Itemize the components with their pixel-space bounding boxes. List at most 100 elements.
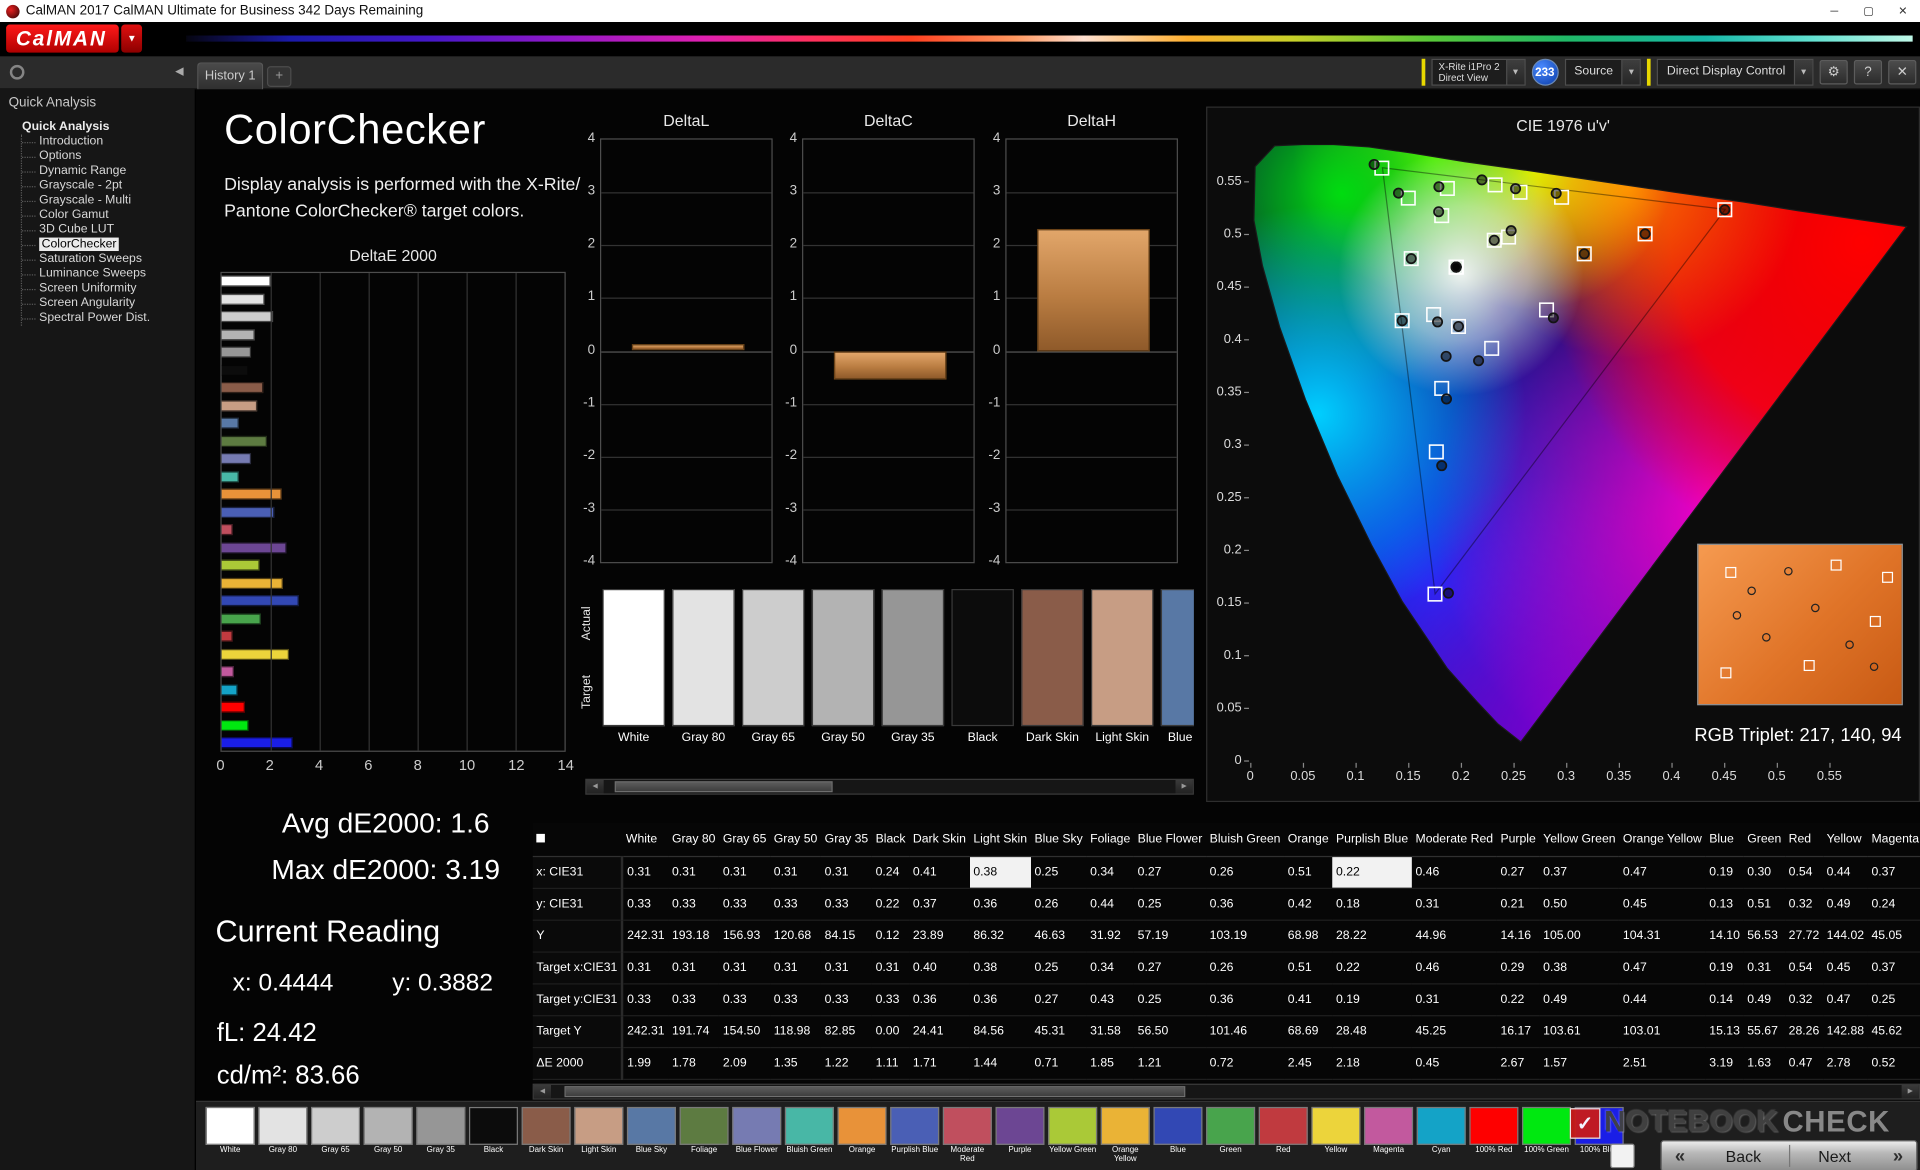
table-cell[interactable]: 0.47 (1619, 855, 1706, 889)
table-cell[interactable]: 0.51 (1284, 855, 1333, 889)
scroll-thumb[interactable] (564, 1086, 1186, 1098)
table-cell[interactable]: 1.44 (969, 1046, 1031, 1080)
table-cell[interactable]: 103.01 (1619, 1015, 1706, 1048)
table-cell[interactable]: 1.35 (770, 1046, 822, 1080)
table-cell[interactable]: 0.13 (1705, 887, 1744, 921)
sidebar-item-screen-angularity[interactable]: Screen Angularity (22, 296, 195, 311)
minimize-icon[interactable]: ─ (1817, 0, 1851, 22)
source-select[interactable]: Source ▼ (1564, 58, 1642, 86)
table-cell[interactable]: 1.21 (1133, 1046, 1206, 1080)
table-cell[interactable]: 0.32 (1784, 887, 1823, 921)
page-view-button[interactable] (1610, 1143, 1635, 1169)
table-cell[interactable]: 0.38 (969, 951, 1031, 984)
table-cell[interactable]: 0.31 (821, 951, 872, 984)
table-cell[interactable]: 0.46 (1411, 951, 1497, 984)
table-cell[interactable]: 0.31 (622, 855, 669, 889)
table-cell[interactable]: 1.22 (821, 1046, 872, 1080)
table-cell[interactable]: 0.47 (1822, 983, 1868, 1016)
sidebar-item-grayscale-2pt[interactable]: Grayscale - 2pt (22, 179, 195, 194)
table-cell[interactable]: 191.74 (668, 1015, 720, 1048)
back-chevron-icon[interactable]: « (1662, 1146, 1699, 1167)
table-cell[interactable]: 0.45 (1822, 951, 1868, 984)
table-cell[interactable]: 0.37 (1867, 951, 1920, 984)
table-cell[interactable]: 0.50 (1539, 887, 1620, 921)
help-button[interactable]: ? (1853, 59, 1883, 85)
table-cell[interactable]: 0.18 (1332, 887, 1412, 921)
table-cell[interactable]: 0.31 (821, 855, 872, 889)
table-cell[interactable]: 0.40 (909, 951, 970, 984)
table-cell[interactable]: 0.44 (1619, 983, 1706, 1016)
table-cell[interactable]: 193.18 (668, 919, 720, 953)
table-cell[interactable]: 0.33 (668, 983, 720, 1016)
table-cell[interactable]: 0.25 (1133, 887, 1206, 921)
table-cell[interactable]: 0.33 (821, 983, 872, 1016)
table-cell[interactable]: 0.36 (969, 887, 1031, 921)
table-cell[interactable]: 0.36 (1205, 983, 1285, 1016)
table-cell[interactable]: 0.27 (1133, 855, 1206, 889)
table-cell[interactable]: 1.57 (1539, 1046, 1620, 1080)
table-cell[interactable]: 0.36 (909, 983, 970, 1016)
table-cell[interactable]: 0.14 (1705, 983, 1744, 1016)
table-cell[interactable]: 0.26 (1205, 951, 1285, 984)
table-cell[interactable]: 0.30 (1743, 855, 1785, 889)
calman-logo[interactable]: CalMAN ▼ (6, 24, 143, 53)
table-cell[interactable]: 0.43 (1086, 983, 1134, 1016)
table-cell[interactable]: 2.67 (1496, 1046, 1540, 1080)
close-workflow-button[interactable]: ✕ (1888, 59, 1917, 85)
table-cell[interactable]: 0.52 (1867, 1046, 1920, 1080)
table-cell[interactable]: 0.47 (1619, 951, 1706, 984)
table-cell[interactable]: 104.31 (1619, 919, 1706, 953)
table-cell[interactable]: 2.78 (1822, 1046, 1868, 1080)
table-cell[interactable]: 0.45 (1411, 1046, 1497, 1080)
table-cell[interactable]: 0.24 (871, 855, 910, 889)
sidebar-item-introduction[interactable]: Introduction (22, 135, 195, 150)
table-cell[interactable]: 0.38 (969, 855, 1031, 889)
table-cell[interactable]: 0.22 (871, 887, 910, 921)
back-button[interactable]: Back (1698, 1147, 1788, 1165)
table-cell[interactable]: 0.22 (1496, 983, 1540, 1016)
table-cell[interactable]: 0.00 (871, 1015, 910, 1048)
table-cell[interactable]: 0.37 (909, 887, 970, 921)
table-cell[interactable]: 0.25 (1030, 951, 1087, 984)
table-cell[interactable]: 0.34 (1086, 855, 1134, 889)
table-cell[interactable]: 0.33 (622, 983, 669, 1016)
table-cell[interactable]: 0.25 (1030, 855, 1087, 889)
swatch-scrollbar[interactable]: ◄ ► (585, 778, 1194, 795)
scroll-left-icon[interactable]: ◄ (586, 779, 604, 794)
table-cell[interactable]: 1.99 (622, 1046, 669, 1080)
table-cell[interactable]: 0.44 (1822, 855, 1868, 889)
table-cell[interactable]: 31.92 (1086, 919, 1134, 953)
table-cell[interactable]: 0.31 (770, 951, 822, 984)
table-cell[interactable]: 0.34 (1086, 951, 1134, 984)
table-cell[interactable]: 0.27 (1030, 983, 1087, 1016)
table-cell[interactable]: 0.19 (1705, 951, 1744, 984)
table-cell[interactable]: 14.16 (1496, 919, 1540, 953)
table-cell[interactable]: 1.85 (1086, 1046, 1134, 1080)
table-cell[interactable]: 0.51 (1743, 887, 1785, 921)
sidebar-item-screen-uniformity[interactable]: Screen Uniformity (22, 282, 195, 297)
record-icon[interactable] (9, 64, 25, 80)
table-cell[interactable]: 0.33 (871, 983, 910, 1016)
table-cell[interactable]: 0.72 (1205, 1046, 1285, 1080)
table-cell[interactable]: 45.31 (1030, 1015, 1087, 1048)
table-cell[interactable]: 1.11 (871, 1046, 910, 1080)
table-cell[interactable]: 14.10 (1705, 919, 1744, 953)
table-cell[interactable]: 0.46 (1411, 855, 1497, 889)
table-cell[interactable]: 156.93 (719, 919, 771, 953)
table-cell[interactable]: 0.49 (1743, 983, 1785, 1016)
sidebar-item-spectral-power-dist-[interactable]: Spectral Power Dist. (22, 311, 195, 326)
table-cell[interactable]: 68.69 (1284, 1015, 1333, 1048)
close-icon[interactable]: ✕ (1886, 0, 1920, 22)
table-cell[interactable]: 0.33 (770, 983, 822, 1016)
table-cell[interactable]: 68.98 (1284, 919, 1333, 953)
table-cell[interactable]: 0.19 (1332, 983, 1412, 1016)
table-cell[interactable]: 0.26 (1205, 855, 1285, 889)
table-cell[interactable]: 0.49 (1539, 983, 1620, 1016)
table-cell[interactable]: 0.33 (821, 887, 872, 921)
table-cell[interactable]: 242.31 (622, 1015, 669, 1048)
table-cell[interactable]: 0.27 (1133, 951, 1206, 984)
table-cell[interactable]: 1.63 (1743, 1046, 1785, 1080)
table-cell[interactable]: 84.56 (969, 1015, 1031, 1048)
table-cell[interactable]: 0.54 (1784, 855, 1823, 889)
table-cell[interactable]: 82.85 (821, 1015, 872, 1048)
